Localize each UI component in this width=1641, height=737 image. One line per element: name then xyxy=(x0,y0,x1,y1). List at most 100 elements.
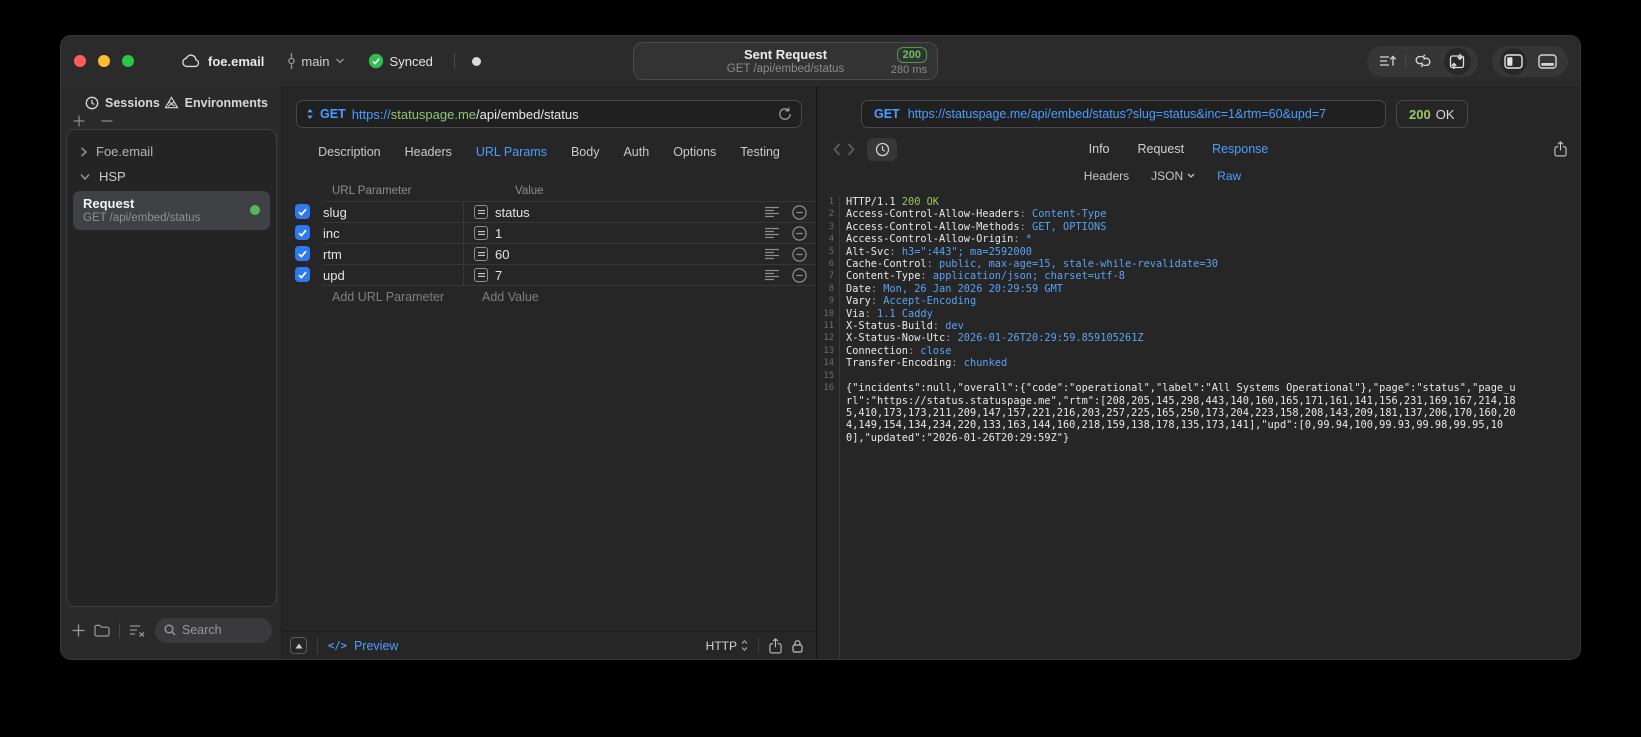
collapse-panel-button[interactable] xyxy=(290,637,307,654)
code-line: 1 HTTP/1.1 200 OK xyxy=(828,196,939,208)
sync-status[interactable]: Synced xyxy=(368,53,433,69)
response-body[interactable]: 1 HTTP/1.1 200 OK 2 Access-Control-Allow-He… xyxy=(817,196,1580,659)
sync-loops-button[interactable] xyxy=(1406,46,1440,77)
param-name[interactable]: rtm xyxy=(323,247,463,262)
project-name[interactable]: foe.email xyxy=(208,54,264,69)
history-button[interactable] xyxy=(867,137,897,161)
reorder-handle-icon[interactable] xyxy=(765,227,779,239)
reorder-handle-icon[interactable] xyxy=(765,206,779,218)
tab-description[interactable]: Description xyxy=(318,145,381,159)
share-icon[interactable] xyxy=(1554,141,1567,157)
chevron-down-icon xyxy=(1187,173,1195,178)
code-line: 9 Vary: Accept-Encoding xyxy=(828,295,977,308)
tab-info[interactable]: Info xyxy=(1089,142,1110,156)
toggle-sidebar-button[interactable] xyxy=(1496,46,1530,77)
preview-button[interactable]: </> Preview xyxy=(328,639,398,653)
request-item-subtitle: GET /api/embed/status xyxy=(83,212,201,224)
add-value-placeholder[interactable]: Add Value xyxy=(472,290,539,304)
zoom-window-button[interactable] xyxy=(122,55,134,67)
footer-divider xyxy=(119,622,120,638)
param-checkbox[interactable] xyxy=(295,225,310,240)
param-row: slug status xyxy=(282,201,816,222)
sent-request-pill[interactable]: Sent Request GET /api/embed/status 200 2… xyxy=(633,42,938,80)
param-name[interactable]: upd xyxy=(323,268,463,283)
import-export-icon xyxy=(1449,53,1465,69)
request-item-text: Request GET /api/embed/status xyxy=(83,196,200,224)
remove-param-icon[interactable] xyxy=(792,246,807,262)
subtab-raw[interactable]: Raw xyxy=(1217,169,1241,183)
minimize-window-button[interactable] xyxy=(98,55,110,67)
back-button[interactable] xyxy=(830,142,844,156)
request-url[interactable]: https://statuspage.me/api/embed/status xyxy=(352,107,772,122)
param-checkbox[interactable] xyxy=(295,246,310,261)
param-name[interactable]: slug xyxy=(323,205,463,220)
subtab-headers[interactable]: Headers xyxy=(1084,169,1129,183)
view-options-button[interactable] xyxy=(129,624,146,637)
equals-icon[interactable] xyxy=(474,247,488,261)
sync-label: Synced xyxy=(389,53,433,69)
close-window-button[interactable] xyxy=(74,55,86,67)
request-list-item-selected[interactable]: Request GET /api/embed/status xyxy=(73,191,270,230)
response-method: GET xyxy=(874,107,900,121)
share-icon[interactable] xyxy=(769,637,782,654)
toggle-bottom-panel-button[interactable] xyxy=(1530,46,1564,77)
status-code-badge: 200 xyxy=(896,47,927,63)
reload-icon[interactable] xyxy=(778,107,792,121)
tab-response[interactable]: Response xyxy=(1212,142,1268,156)
reorder-handle-icon[interactable] xyxy=(765,248,779,260)
protocol-selector[interactable]: HTTP xyxy=(706,639,748,653)
request-url-bar[interactable]: GET https://statuspage.me/api/embed/stat… xyxy=(296,100,802,128)
column-header-value: Value xyxy=(515,185,544,197)
tab-environments[interactable]: Environments xyxy=(164,96,268,110)
equals-icon[interactable] xyxy=(474,226,488,240)
tab-headers[interactable]: Headers xyxy=(405,145,452,159)
remove-param-icon[interactable] xyxy=(792,225,807,241)
layout-bottom-icon xyxy=(1537,53,1557,69)
code-line: 15 xyxy=(823,370,834,381)
branch-selector[interactable]: main xyxy=(287,53,344,69)
search-input[interactable] xyxy=(182,623,263,637)
param-name[interactable]: inc xyxy=(323,226,463,241)
param-value[interactable]: 60 xyxy=(495,247,509,262)
method-selector-icon[interactable] xyxy=(306,108,314,120)
request-method[interactable]: GET xyxy=(320,107,346,121)
subtab-json[interactable]: JSON xyxy=(1151,169,1195,183)
equals-icon[interactable] xyxy=(474,205,488,219)
tab-body[interactable]: Body xyxy=(571,145,600,159)
tab-request[interactable]: Request xyxy=(1138,142,1185,156)
response-url-bar[interactable]: GET https://statuspage.me/api/embed/stat… xyxy=(861,100,1386,128)
search-box[interactable] xyxy=(155,617,272,643)
equals-icon[interactable] xyxy=(474,268,488,282)
tree-item-hsp[interactable]: HSP xyxy=(67,164,276,189)
add-session-button[interactable] xyxy=(73,115,85,127)
tree-item-foe-email[interactable]: Foe.email xyxy=(67,139,276,164)
tab-testing[interactable]: Testing xyxy=(740,145,780,159)
sent-request-status: 200 280 ms xyxy=(891,47,927,76)
footer-divider xyxy=(317,637,318,654)
param-value[interactable]: 1 xyxy=(495,226,502,241)
tab-sessions[interactable]: Sessions xyxy=(85,96,160,110)
tab-url-params[interactable]: URL Params xyxy=(476,145,547,159)
remove-param-icon[interactable] xyxy=(792,267,807,283)
remove-session-button[interactable] xyxy=(101,115,113,127)
add-param-placeholder[interactable]: Add URL Parameter xyxy=(323,290,472,304)
forward-button[interactable] xyxy=(844,142,858,156)
reorder-handle-icon[interactable] xyxy=(765,269,779,281)
param-checkbox[interactable] xyxy=(295,267,310,282)
tab-options[interactable]: Options xyxy=(673,145,716,159)
new-folder-button[interactable] xyxy=(94,624,110,637)
titlebar-divider xyxy=(453,53,455,69)
param-value[interactable]: status xyxy=(495,205,530,220)
tab-auth[interactable]: Auth xyxy=(623,145,649,159)
response-nav-row: Info Request Response xyxy=(817,134,1580,164)
sidebar-footer xyxy=(61,613,281,659)
import-export-button[interactable] xyxy=(1440,46,1474,77)
response-status-badge: 200 OK xyxy=(1396,100,1468,128)
code-line: 11 X-Status-Build: dev xyxy=(823,320,964,333)
remove-param-icon[interactable] xyxy=(792,204,807,220)
add-request-button[interactable] xyxy=(72,624,85,637)
param-checkbox[interactable] xyxy=(295,204,310,219)
lock-icon[interactable] xyxy=(792,639,803,653)
request-list-button[interactable] xyxy=(1371,46,1405,77)
param-value[interactable]: 7 xyxy=(495,268,502,283)
